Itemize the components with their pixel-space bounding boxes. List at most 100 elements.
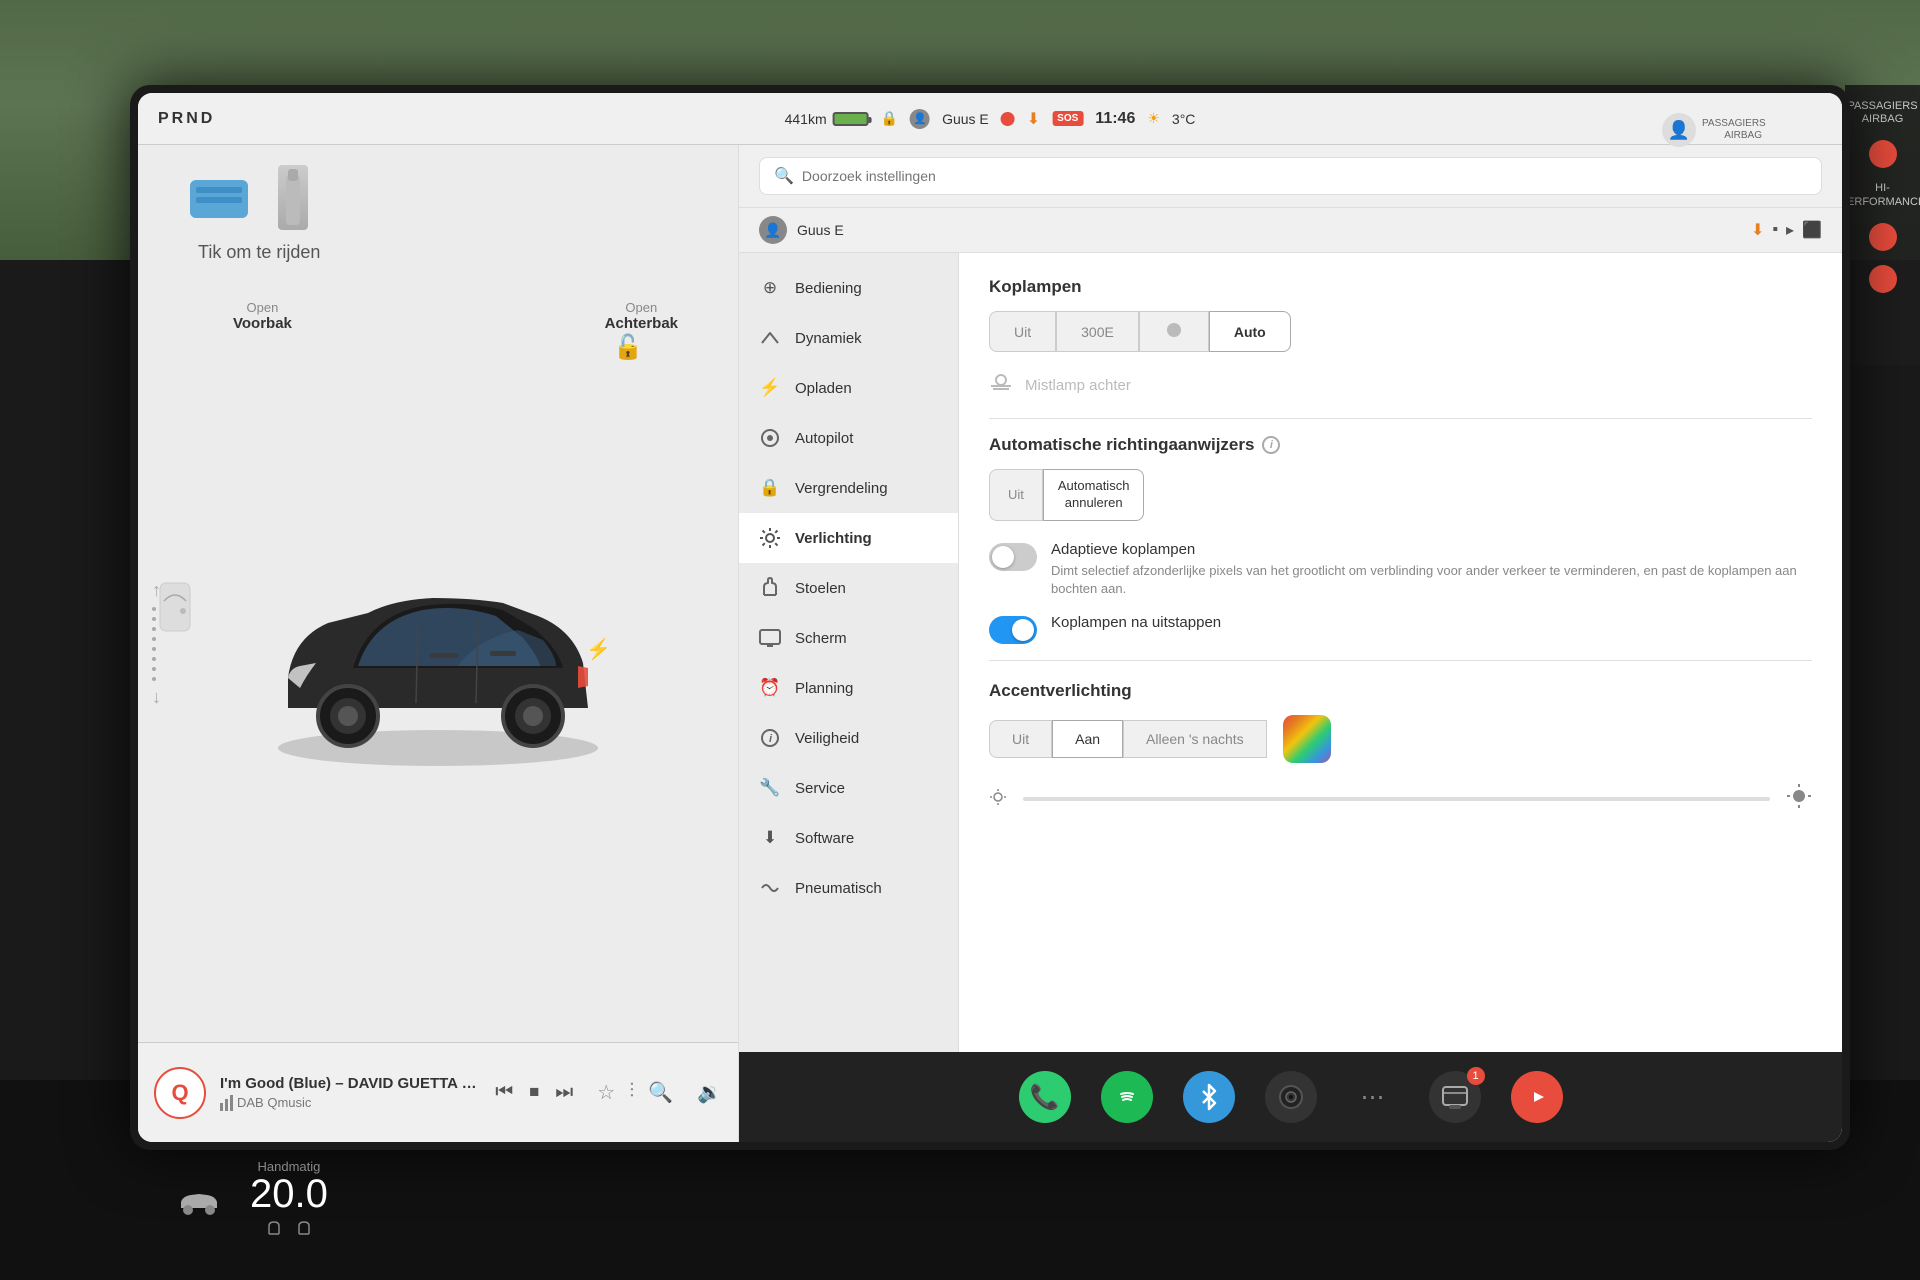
notification-icon[interactable]: 1 [1429,1071,1481,1123]
settings-main: Koplampen Uit 300E Auto [959,253,1842,1052]
brightness-low-icon [989,788,1007,811]
nav-item-pneumatisch[interactable]: Pneumatisch [739,863,958,913]
user-actions: ⬇ ▪ ▸ ⬛ [1751,220,1822,240]
download-user-icon[interactable]: ⬇ [1751,220,1764,240]
user-avatar: 👤 [759,216,787,244]
signal-bar-1 [220,1103,223,1111]
richtingaanwijzers-auto[interactable]: Automatischannuleren [1043,469,1145,521]
nav-item-veiligheid[interactable]: i Veiligheid [739,713,958,763]
divider-2 [989,660,1812,661]
cabin-temp: 20.0 [250,1174,328,1214]
airbag-text: PASSAGIERS AIRBAG [1702,118,1762,142]
nav-item-autopilot[interactable]: Autopilot [739,413,958,463]
software-icon: ⬇ [759,827,781,849]
adaptieve-koplampen-toggle[interactable] [989,543,1037,571]
user-action-4[interactable]: ⬛ [1802,220,1822,240]
divider-1 [989,418,1812,419]
car-door-icon[interactable] [156,581,194,638]
nav-item-opladen[interactable]: ⚡ Opladen [739,363,958,413]
red-button-2[interactable] [1869,223,1897,251]
accent-nachts[interactable]: Alleen 's nachts [1123,720,1267,758]
more-icon[interactable]: ⋯ [1347,1071,1399,1123]
nav-item-dynamiek[interactable]: Dynamiek [739,313,958,363]
car-bottom-icon[interactable] [175,1188,223,1225]
koplampen-d[interactable] [1139,311,1209,352]
user-info-bar: 👤 Guus E ⬇ ▪ ▸ ⬛ [739,208,1842,253]
user-name-bar: Guus E [797,222,844,238]
equalizer-icon[interactable]: ⫶ [629,1080,634,1105]
red-button-1[interactable] [1869,140,1897,168]
bottom-info: Handmatig 20.0 [250,1159,328,1240]
volume-icon[interactable]: 🔉 [697,1080,722,1105]
spray-icon[interactable] [278,165,308,230]
nav-item-planning[interactable]: ⏰ Planning [739,663,958,713]
user-action-2[interactable]: ▪ [1772,221,1778,239]
koplampen-uitstappen-toggle[interactable] [989,616,1037,644]
accent-aan[interactable]: Aan [1052,720,1123,758]
red-button-3[interactable] [1869,265,1897,293]
user-action-3[interactable]: ▸ [1786,220,1794,240]
scroll-down[interactable]: ↓ [152,687,161,708]
phone-icon[interactable]: 📞 [1019,1071,1071,1123]
spotify-icon[interactable] [1101,1071,1153,1123]
next-button[interactable]: ⏭ [555,1081,573,1104]
nav-item-verlichting[interactable]: Verlichting [739,513,958,563]
search-music-icon[interactable]: 🔍 [648,1080,673,1105]
download-icon: ⬇ [1027,109,1040,129]
koplampen-uitstappen-title: Koplampen na uitstappen [1051,614,1221,631]
music-controls[interactable]: ⏮ ⏹ ⏭ [495,1081,573,1104]
music-info: I'm Good (Blue) – DAVID GUETTA & BEBE RE… [220,1075,481,1111]
search-input[interactable] [802,168,1807,184]
time-display: 11:46 [1095,110,1135,128]
tik-om-te-rijden[interactable]: Tik om te rijden [198,242,708,263]
battery-info: 441km [785,111,869,127]
bediening-label: Bediening [795,280,862,297]
qmusic-logo: Q [154,1067,206,1119]
bluetooth-icon[interactable] [1183,1071,1235,1123]
signal-bar-2 [225,1099,228,1111]
nav-item-software[interactable]: ⬇ Software [739,813,958,863]
scroll-dot-6 [152,657,156,661]
music-player: Q I'm Good (Blue) – DAVID GUETTA & BEBE … [138,1042,738,1142]
prev-button[interactable]: ⏮ [495,1081,513,1104]
status-bar: PRND 441km 🔒 👤 Guus E ⬇ SOS 11:46 ☀ 3°C … [138,93,1842,145]
right-panel: 🔍 👤 Guus E ⬇ ▪ ▸ ⬛ [738,145,1842,1142]
nav-item-stoelen[interactable]: Stoelen [739,563,958,613]
brightness-slider[interactable] [1023,797,1770,801]
scroll-up[interactable]: ↑ [152,580,161,601]
accent-uit[interactable]: Uit [989,720,1052,758]
pneumatisch-label: Pneumatisch [795,880,882,897]
koplampen-uit[interactable]: Uit [989,311,1056,352]
verlichting-label: Verlichting [795,530,872,547]
toggle-knob-uitstappen [1012,619,1034,641]
stoelen-label: Stoelen [795,580,846,597]
service-icon: 🔧 [759,777,781,799]
autopilot-icon [759,427,781,449]
seat-heat-icon-left [263,1218,285,1240]
prnd-indicator: PRND [158,110,215,128]
brightness-row [989,783,1812,815]
youtube-icon[interactable] [1511,1071,1563,1123]
info-icon[interactable]: i [1262,436,1280,454]
verlichting-icon [759,527,781,549]
wiper-icon[interactable] [188,175,258,230]
color-swatch[interactable] [1283,715,1331,763]
koplampen-300e[interactable]: 300E [1056,311,1139,352]
camera-icon[interactable] [1265,1071,1317,1123]
search-input-area[interactable]: 🔍 [759,157,1822,195]
sos-badge: SOS [1052,111,1083,126]
scherm-label: Scherm [795,630,847,647]
nav-item-vergrendeling[interactable]: 🔒 Vergrendeling [739,463,958,513]
nav-item-bediening[interactable]: ⊕ Bediening [739,263,958,313]
favorite-icon[interactable]: ☆ [597,1080,615,1105]
stop-button[interactable]: ⏹ [529,1081,539,1104]
car-accessories [188,165,708,230]
koplampen-auto[interactable]: Auto [1209,311,1291,352]
nav-item-service[interactable]: 🔧 Service [739,763,958,813]
richtingaanwijzers-uit[interactable]: Uit [989,469,1043,521]
adaptieve-koplampen-row: Adaptieve koplampen Dimt selectief afzon… [989,541,1812,598]
battery-bar [833,112,869,126]
dynamiek-icon [759,327,781,349]
airbag-indicator: 👤 PASSAGIERS AIRBAG [1662,113,1762,147]
nav-item-scherm[interactable]: Scherm [739,613,958,663]
